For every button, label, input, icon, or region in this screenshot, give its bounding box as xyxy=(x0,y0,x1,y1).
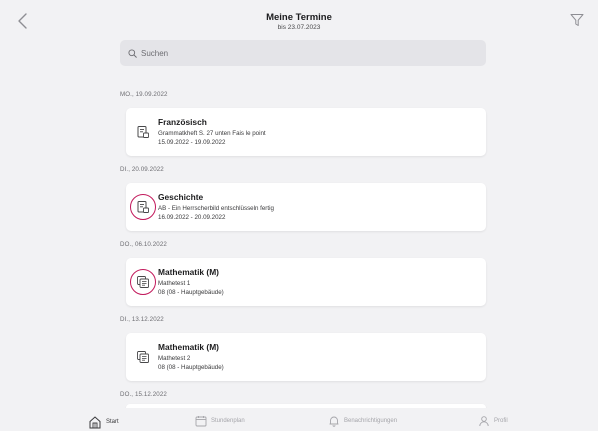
test-icon xyxy=(130,269,156,295)
appointment-list[interactable]: MO., 19.09.2022 Französisch Grammatkheft… xyxy=(0,0,598,408)
appointment-card[interactable]: Geschichte AB - Ein Herrscherbild entsch… xyxy=(126,183,486,231)
tab-stundenplan[interactable]: Stundenplan xyxy=(195,415,245,427)
day-label: MO., 19.09.2022 xyxy=(120,91,168,98)
calendar-icon xyxy=(195,416,207,427)
card-subject: Französisch xyxy=(158,117,207,127)
card-dates: 15.09.2022 - 19.09.2022 xyxy=(158,139,226,146)
card-dates: 16.09.2022 - 20.09.2022 xyxy=(158,214,226,221)
appointment-card[interactable]: Französisch Grammatkheft S. 27 unten Fai… xyxy=(126,108,486,156)
appointment-card[interactable]: Mathematik (M) Mathetest 2 08 (08 - Haup… xyxy=(126,333,486,381)
card-subject: Mathematik (M) xyxy=(158,267,219,277)
card-description: Mathetest 1 xyxy=(158,280,191,287)
homework-icon xyxy=(130,119,156,145)
tab-benachrichtigungen[interactable]: Benachrichtigungen xyxy=(328,415,397,427)
home-icon xyxy=(89,416,101,429)
homework-icon xyxy=(130,194,156,220)
card-description: AB - Ein Herrscherbild entschlüsseln fer… xyxy=(158,205,274,212)
person-icon xyxy=(479,416,489,427)
tab-label: Start xyxy=(106,419,119,425)
day-label: DO., 06.10.2022 xyxy=(120,241,167,248)
tab-start[interactable]: Start xyxy=(88,415,119,429)
tab-profil[interactable]: Profil xyxy=(478,415,508,427)
tab-bar: Start Stundenplan Benachrichtigungen Pro… xyxy=(0,412,598,431)
tab-label: Stundenplan xyxy=(211,418,245,424)
day-label: DI., 20.09.2022 xyxy=(120,166,164,173)
card-location: 08 (08 - Hauptgebäude) xyxy=(158,364,224,371)
card-description: Mathetest 2 xyxy=(158,355,191,362)
tab-label: Benachrichtigungen xyxy=(344,418,398,424)
test-icon xyxy=(130,344,156,370)
day-label: DO., 15.12.2022 xyxy=(120,391,167,398)
card-subject: Geschichte xyxy=(158,192,204,202)
tab-label: Profil xyxy=(494,418,508,424)
bell-icon xyxy=(329,416,339,427)
card-description: Grammatkheft S. 27 unten Fais le point xyxy=(158,130,266,137)
appointment-card[interactable]: Mathematik (M) Mathetest 1 08 (08 - Haup… xyxy=(126,258,486,306)
card-location: 08 (08 - Hauptgebäude) xyxy=(158,289,224,296)
appointment-card[interactable] xyxy=(126,404,486,408)
day-label: DI., 13.12.2022 xyxy=(120,316,164,323)
card-subject: Mathematik (M) xyxy=(158,342,219,352)
